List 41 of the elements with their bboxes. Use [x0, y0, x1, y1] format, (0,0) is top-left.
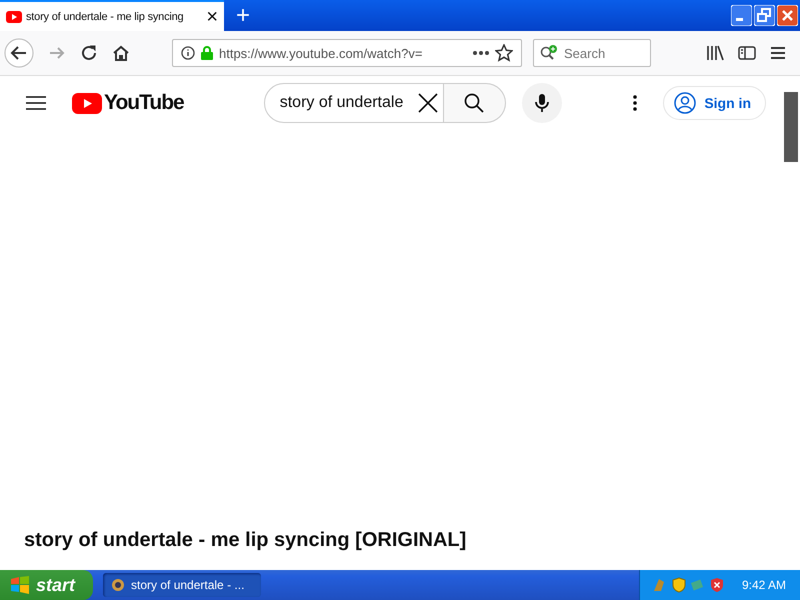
search-field[interactable]: story of undertale	[264, 83, 444, 123]
restore-button[interactable]	[754, 5, 775, 26]
minimize-button[interactable]	[731, 5, 752, 26]
more-icon[interactable]	[473, 51, 489, 55]
padlock-icon	[201, 46, 213, 60]
scrollbar-thumb[interactable]	[784, 92, 798, 162]
star-icon[interactable]	[495, 44, 513, 62]
play-icon	[6, 10, 22, 22]
search-icon	[540, 45, 558, 61]
library-icon[interactable]	[706, 45, 724, 61]
video-title: story of undertale - me lip syncing [ORIGINAL]	[23, 529, 468, 553]
search-field[interactable]: Search	[533, 39, 651, 67]
close-button[interactable]	[777, 5, 798, 26]
app-icon	[111, 578, 126, 592]
taskbar-window-button[interactable]: story of undertale - ...	[103, 573, 262, 597]
security-alert-icon[interactable]	[710, 577, 724, 593]
more-icon[interactable]	[633, 95, 638, 111]
search-button[interactable]	[444, 83, 506, 123]
start-button[interactable]: start	[0, 570, 94, 600]
clear-icon[interactable]	[418, 93, 438, 113]
address-bar[interactable]: https://www.youtube.com/watch?v=	[172, 39, 522, 67]
clock: 9:42 AM	[742, 578, 786, 592]
reload-button[interactable]	[80, 44, 98, 62]
sidebar-icon[interactable]	[738, 45, 756, 61]
browser-tab[interactable]: story of undertale - me lip syncing ×	[0, 0, 224, 31]
sign-in-button[interactable]: Sign in	[663, 86, 766, 120]
menu-icon[interactable]	[770, 46, 786, 60]
tab-title: story of undertale - me lip syncing	[26, 10, 184, 22]
home-button[interactable]	[112, 44, 130, 62]
microphone-button[interactable]	[522, 83, 562, 123]
new-tab-button[interactable]: +	[226, 4, 260, 28]
info-icon	[181, 46, 195, 60]
youtube-logo[interactable]: YouTube	[72, 91, 184, 115]
shield-icon[interactable]	[672, 577, 686, 593]
windows-logo-icon	[10, 576, 30, 594]
microphone-icon	[534, 93, 549, 113]
menu-icon[interactable]	[26, 95, 46, 111]
close-tab-button[interactable]: ×	[206, 6, 218, 26]
search-icon	[464, 93, 484, 113]
account-icon	[674, 92, 696, 114]
back-button[interactable]	[4, 38, 34, 68]
